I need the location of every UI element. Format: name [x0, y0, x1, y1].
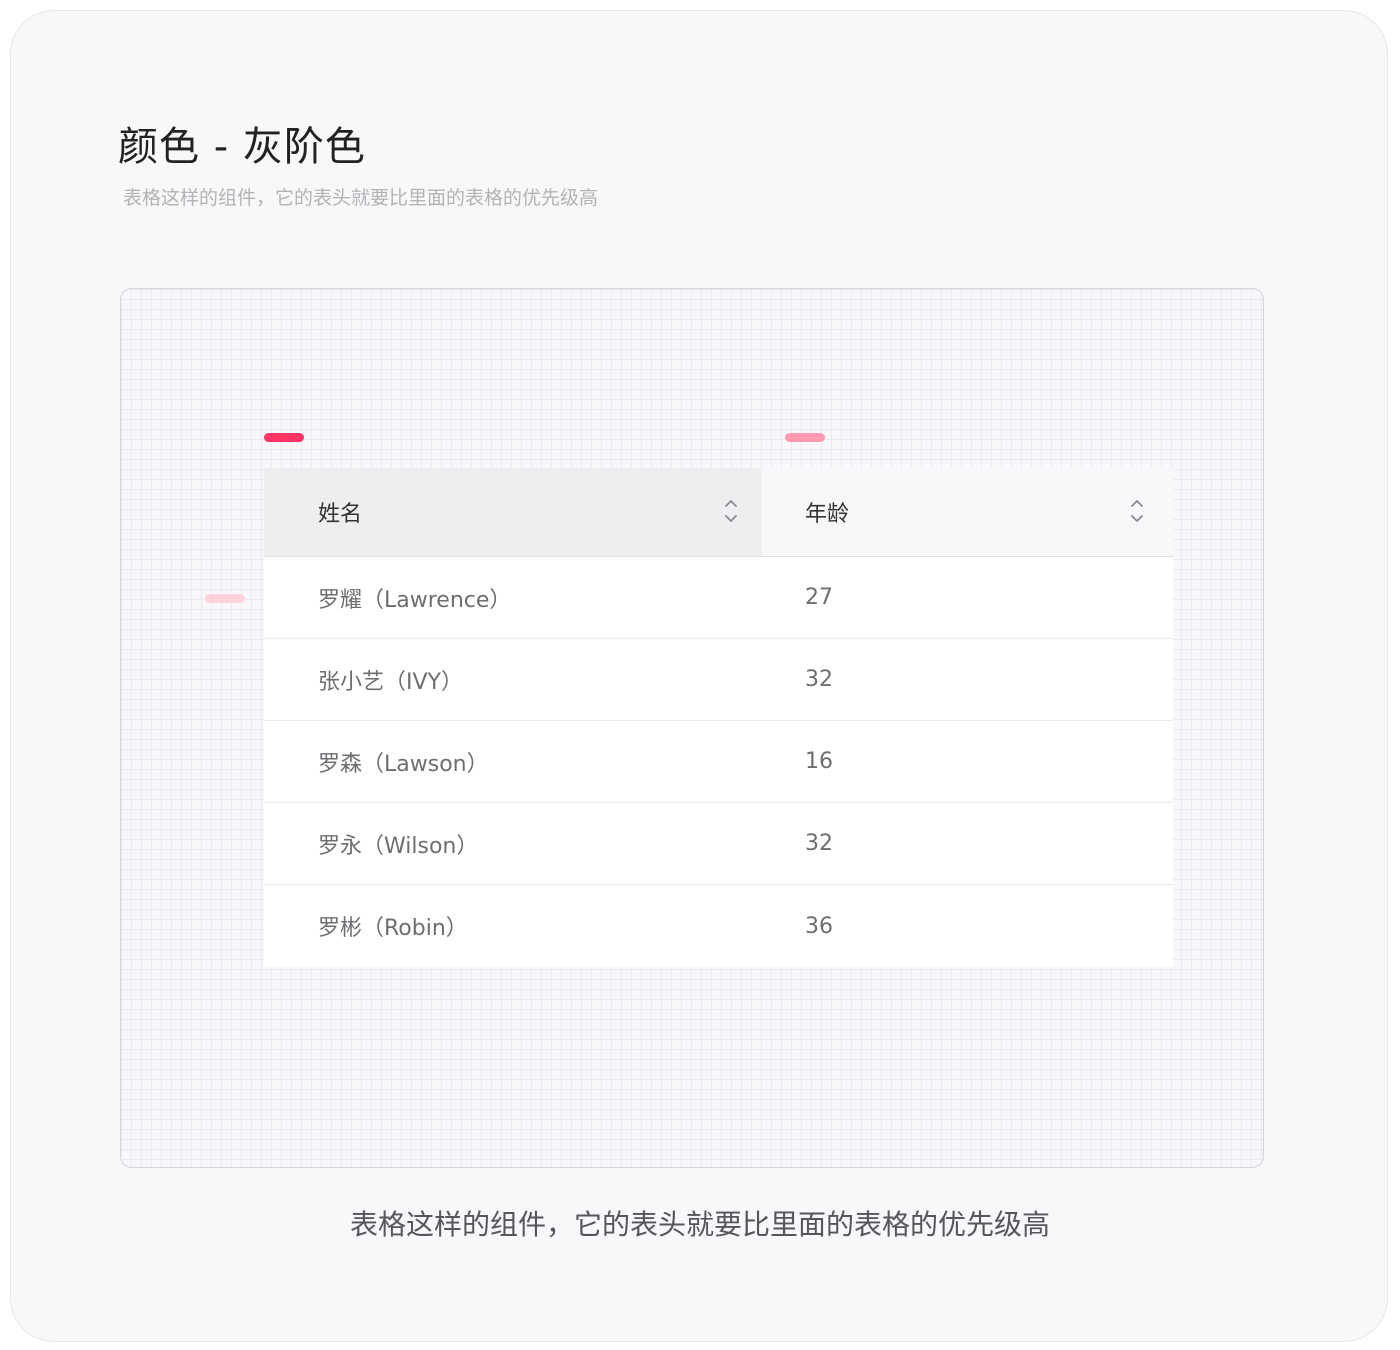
cell-age: 32: [805, 667, 833, 692]
cell-age: 27: [805, 585, 833, 610]
table-row[interactable]: 罗森（Lawson） 16: [264, 721, 1173, 803]
sort-icon[interactable]: [723, 496, 739, 526]
grid-canvas: 姓名 年龄 罗耀（Lawrence） 27 张小艺（IVY） 32 罗森（Law…: [120, 288, 1264, 1168]
table-row[interactable]: 罗彬（Robin） 36: [264, 885, 1173, 967]
page-title: 颜色 - 灰阶色: [118, 124, 366, 170]
cell-name: 罗彬（Robin）: [318, 916, 468, 941]
cell-name: 罗森（Lawson）: [318, 751, 489, 777]
data-table: 姓名 年龄 罗耀（Lawrence） 27 张小艺（IVY） 32 罗森（Law…: [264, 468, 1173, 967]
cell-name: 罗永（Wilson）: [318, 833, 479, 859]
page-subtitle: 表格这样的组件，它的表头就要比里面的表格的优先级高: [123, 187, 599, 209]
color-marker-tertiary: [205, 594, 245, 603]
table-body: 罗耀（Lawrence） 27 张小艺（IVY） 32 罗森（Lawson） 1…: [264, 557, 1173, 967]
column-header-label: 年龄: [805, 502, 850, 527]
sort-icon[interactable]: [1129, 496, 1145, 526]
column-header-label: 姓名: [318, 502, 363, 527]
table-row[interactable]: 罗永（Wilson） 32: [264, 803, 1173, 885]
table-header: 姓名 年龄: [264, 468, 1173, 557]
column-header-age[interactable]: 年龄: [762, 468, 1173, 556]
cell-name: 罗耀（Lawrence）: [318, 587, 512, 613]
cell-name: 张小艺（IVY）: [318, 669, 463, 695]
cell-age: 36: [805, 913, 833, 939]
cell-age: 16: [805, 749, 833, 774]
cell-age: 32: [805, 831, 833, 856]
color-marker-secondary: [785, 433, 825, 442]
table-row[interactable]: 张小艺（IVY） 32: [264, 639, 1173, 721]
footer-caption: 表格这样的组件，它的表头就要比里面的表格的优先级高: [349, 1208, 1050, 1241]
column-header-name[interactable]: 姓名: [264, 468, 762, 556]
table-row[interactable]: 罗耀（Lawrence） 27: [264, 557, 1173, 639]
color-marker-primary: [264, 433, 304, 442]
